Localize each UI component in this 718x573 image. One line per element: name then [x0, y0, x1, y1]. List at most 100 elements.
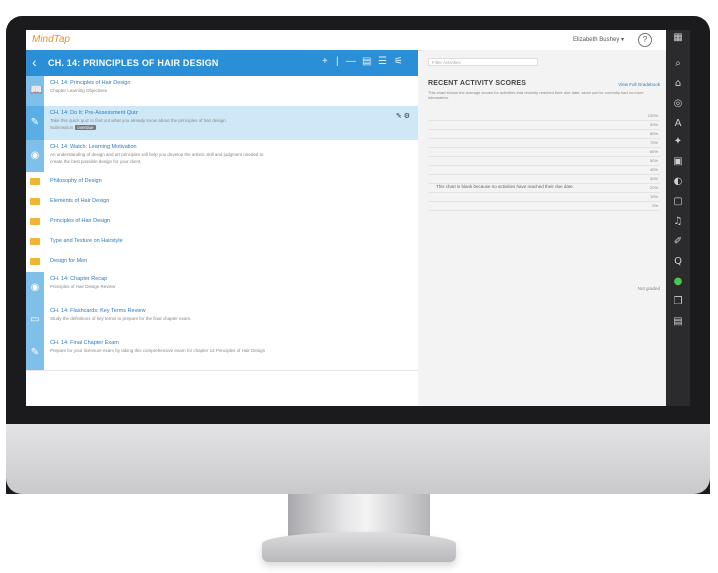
- score-label: 0%: [652, 203, 658, 208]
- item-title[interactable]: CH. 14: Watch: Learning Motivation: [50, 144, 137, 150]
- folder-title[interactable]: Principles of Hair Design: [50, 218, 110, 224]
- folder-title[interactable]: Philosophy of Design: [50, 178, 102, 184]
- activity-description: This chart shows the average scores for …: [428, 90, 644, 100]
- search-icon[interactable]: ⌕: [672, 58, 684, 70]
- folder-item[interactable]: Design for Men: [26, 252, 418, 273]
- notebook-icon[interactable]: ▣: [672, 156, 684, 168]
- pencil-icon[interactable]: ✐: [672, 236, 684, 248]
- folder-item[interactable]: Principles of Hair Design: [26, 212, 418, 233]
- font-size-icon[interactable]: A: [672, 118, 684, 130]
- copy-icon[interactable]: ❐: [672, 296, 684, 308]
- item-description-2: create the best possible design for your…: [50, 159, 142, 164]
- list-item[interactable]: ◉ CH. 14: Chapter Recap Principles of Ha…: [26, 272, 418, 305]
- list-item[interactable]: 📖 CH. 14: Principles of Hair Design Chap…: [26, 76, 418, 107]
- folder-item[interactable]: Elements of Hair Design: [26, 192, 418, 213]
- list-item[interactable]: ◉ CH. 14: Watch: Learning Motivation An …: [26, 140, 418, 173]
- item-description: Prepare for your licensure exam by takin…: [50, 348, 266, 353]
- quiz-icon: ✎: [30, 117, 40, 128]
- status-badge: overdue: [75, 125, 96, 130]
- app-grid-icon[interactable]: ▦: [672, 32, 684, 44]
- folder-title[interactable]: Type and Texture on Hairstyle: [50, 238, 123, 244]
- score-row: 10%: [428, 193, 660, 202]
- score-row: 40%: [428, 166, 660, 175]
- list-item[interactable]: ▭ CH. 14: Flashcards: Key Terms Review S…: [26, 304, 418, 337]
- item-description: Study the definitions of key terms to pr…: [50, 316, 192, 321]
- list-icon[interactable]: ☰: [378, 56, 387, 68]
- settings-icon[interactable]: ⚙: [404, 113, 410, 120]
- folder-icon: [30, 178, 40, 185]
- screen: MindTap Elizabeth Bushey ▾ ? ‹ CH. 14: P…: [26, 30, 690, 406]
- item-title[interactable]: CH. 14: Flashcards: Key Terms Review: [50, 308, 146, 314]
- filter-input[interactable]: Filter Activities: [428, 58, 538, 66]
- item-title[interactable]: CH. 14: Chapter Recap: [50, 276, 107, 282]
- folder-icon: [30, 198, 40, 205]
- score-row: 50%: [428, 157, 660, 166]
- item-title[interactable]: CH. 14: Final Chapter Exam: [50, 340, 119, 346]
- gear-icon[interactable]: ✦: [672, 136, 684, 148]
- folder-item[interactable]: Type and Texture on Hairstyle: [26, 232, 418, 253]
- score-label: 40%: [649, 167, 658, 172]
- add-icon[interactable]: +: [322, 56, 328, 68]
- not-graded-label: Not graded: [637, 286, 660, 291]
- play-icon: ◉: [30, 282, 40, 293]
- item-status: Submission overdue: [50, 125, 96, 130]
- quiz-dock-icon[interactable]: Q: [672, 256, 684, 268]
- folder-title[interactable]: Design for Men: [50, 258, 87, 264]
- item-description: An understanding of design and art princ…: [50, 152, 264, 157]
- monitor-stand: [262, 532, 456, 562]
- chapter-title: CH. 14: PRINCIPLES OF HAIR DESIGN: [48, 58, 219, 68]
- flashcard-icon: ▭: [30, 314, 40, 325]
- folder-item[interactable]: Philosophy of Design: [26, 172, 418, 193]
- rss-icon[interactable]: ⌂: [672, 78, 684, 90]
- activity-icon-cell: ◉: [26, 272, 44, 304]
- user-menu[interactable]: Elizabeth Bushey ▾: [573, 36, 624, 43]
- book-icon: 📖: [30, 85, 43, 96]
- activity-title: RECENT ACTIVITY SCORES: [428, 80, 527, 87]
- folder-title[interactable]: Elements of Hair Design: [50, 198, 109, 204]
- glossary-icon[interactable]: ◎: [672, 98, 684, 110]
- top-bar: MindTap Elizabeth Bushey ▾ ?: [26, 30, 666, 51]
- edit-icon[interactable]: ✎: [396, 113, 402, 120]
- filter-icon[interactable]: ⚟: [394, 56, 403, 68]
- item-title[interactable]: CH. 14: Principles of Hair Design: [50, 80, 130, 86]
- flashcards-icon[interactable]: ▢: [672, 196, 684, 208]
- score-row: 100%: [428, 112, 660, 121]
- green-app-icon[interactable]: ●: [672, 276, 684, 288]
- help-icon[interactable]: ?: [638, 33, 652, 47]
- item-title[interactable]: CH. 14: Do It: Pre-Assessment Quiz: [50, 110, 138, 116]
- drive-icon[interactable]: ▤: [672, 316, 684, 328]
- score-label: 30%: [649, 176, 658, 181]
- submission-label: Submission: [50, 125, 74, 130]
- item-description: Principles of Hair Design Review: [50, 284, 116, 289]
- folder-icon: [30, 258, 40, 265]
- activity-icon-cell: ✎: [26, 106, 44, 140]
- exam-icon: ✎: [30, 347, 40, 358]
- audio-icon[interactable]: ♫: [672, 216, 684, 228]
- score-row: 60%: [428, 148, 660, 157]
- list-item-selected[interactable]: ✎ CH. 14: Do It: Pre-Assessment Quiz Tak…: [26, 106, 418, 141]
- score-label: 70%: [649, 140, 658, 145]
- score-label: 50%: [649, 158, 658, 163]
- chapter-panel: ‹ CH. 14: PRINCIPLES OF HAIR DESIGN + | …: [26, 50, 418, 406]
- chapter-header: ‹ CH. 14: PRINCIPLES OF HAIR DESIGN + | …: [26, 50, 418, 76]
- grid-icon[interactable]: ▤: [362, 56, 371, 68]
- back-icon[interactable]: ‹: [32, 54, 37, 70]
- score-label: 10%: [649, 194, 658, 199]
- score-row: 80%: [428, 130, 660, 139]
- score-label: 20%: [649, 185, 658, 190]
- empty-chart-note: This chart is blank because no activitie…: [436, 184, 574, 189]
- collapse-icon[interactable]: —: [346, 56, 356, 68]
- score-chart: 100% 90% 80% 70% 60% 50% 40% 30% 20% 10%…: [428, 112, 660, 211]
- activity-icon-cell: ▭: [26, 304, 44, 336]
- score-label: 80%: [649, 131, 658, 136]
- app-logo[interactable]: MindTap: [32, 34, 70, 45]
- score-label: 100%: [647, 113, 658, 118]
- score-label: 90%: [649, 122, 658, 127]
- item-description: Take this quick quiz to find out what yo…: [50, 118, 227, 123]
- list-item[interactable]: ✎ CH. 14: Final Chapter Exam Prepare for…: [26, 336, 418, 371]
- bookmark-icon[interactable]: ◐: [672, 176, 684, 188]
- activity-icon-cell: ◉: [26, 140, 44, 172]
- gradebook-link[interactable]: View Full Gradebook: [618, 82, 660, 87]
- folder-icon: [30, 238, 40, 245]
- score-row: 30%: [428, 175, 660, 184]
